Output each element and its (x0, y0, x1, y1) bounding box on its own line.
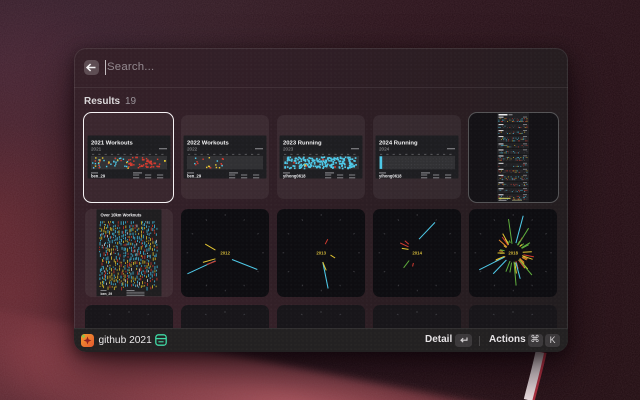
svg-text:2022: 2022 (187, 146, 198, 151)
svg-text:2021: 2021 (91, 147, 102, 152)
svg-text:2012: 2012 (220, 250, 230, 255)
svg-text:2018: 2018 (509, 250, 519, 255)
svg-text:2014: 2014 (413, 250, 423, 255)
svg-text:2013: 2013 (317, 250, 327, 255)
svg-text:Over 10km Workouts: Over 10km Workouts (100, 212, 142, 217)
svg-text:ben_29: ben_29 (91, 174, 106, 179)
svg-text:yihong0618: yihong0618 (283, 173, 306, 178)
svg-text:2023: 2023 (283, 146, 294, 151)
svg-text:yihong0618: yihong0618 (379, 173, 402, 178)
svg-text:ben_29: ben_29 (187, 173, 202, 178)
svg-text:2024: 2024 (379, 146, 390, 151)
svg-text:ben_29: ben_29 (100, 292, 112, 296)
